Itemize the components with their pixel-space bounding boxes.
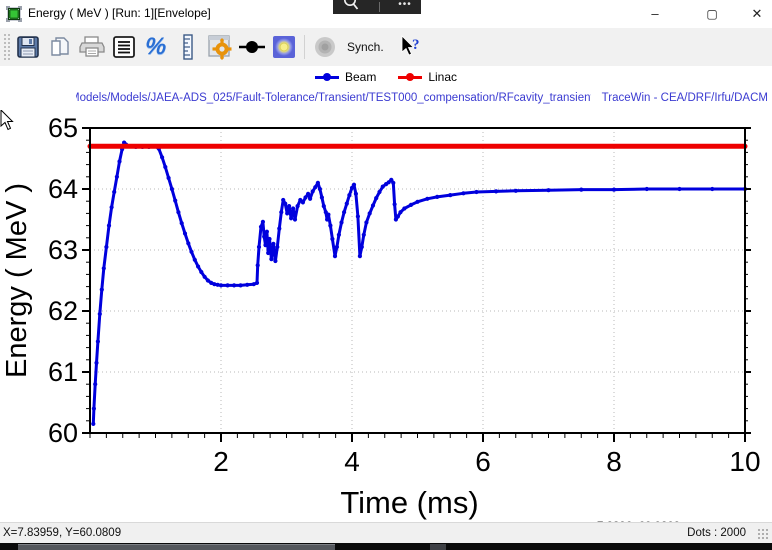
linac-line-swatch xyxy=(398,76,422,79)
svg-text:4: 4 xyxy=(344,446,360,477)
app-credit-label: TraceWin - CEA/DRF/Irfu/DACM xyxy=(602,92,768,104)
overlay-divider xyxy=(379,2,380,12)
svg-text:62: 62 xyxy=(48,296,78,326)
minimize-button[interactable]: – xyxy=(633,0,677,28)
svg-text:Time (ms): Time (ms) xyxy=(340,485,478,520)
svg-text:8: 8 xyxy=(606,446,622,477)
beam-node-icon xyxy=(238,37,266,57)
circle-element-button[interactable] xyxy=(310,32,340,62)
overlay-toolbar: ••• xyxy=(333,0,421,14)
toolbar-separator xyxy=(304,35,305,59)
context-help-button[interactable]: ? xyxy=(395,32,425,62)
close-button[interactable]: ✕ xyxy=(735,0,772,28)
toolbar: % xyxy=(0,28,772,66)
legend-label-beam: Beam xyxy=(345,70,376,84)
statusbar: X=7.83959, Y=60.0809 Dots : 2000 xyxy=(0,522,772,543)
maximize-button[interactable]: ▢ xyxy=(690,0,734,28)
svg-text:65: 65 xyxy=(48,113,78,143)
copy-icon xyxy=(48,35,72,59)
project-file-path: Models/Models/JAEA-ADS_025/Fault-Toleran… xyxy=(76,92,591,104)
document-list-button[interactable] xyxy=(109,32,139,62)
status-cursor-position: X=7.83959, Y=60.0809 xyxy=(3,527,121,539)
search-icon[interactable] xyxy=(342,0,360,14)
glow-element-button[interactable] xyxy=(269,32,299,62)
document-list-icon xyxy=(112,35,136,59)
legend-item-beam: Beam xyxy=(315,70,376,84)
ruler-icon xyxy=(180,34,196,60)
mouse-cursor-icon xyxy=(0,110,14,131)
percent-icon: % xyxy=(144,33,167,61)
legend-label-linac: Linac xyxy=(428,70,457,84)
ruler-button[interactable] xyxy=(173,32,203,62)
print-icon xyxy=(79,35,105,59)
svg-text:10: 10 xyxy=(729,446,760,477)
svg-text:61: 61 xyxy=(48,357,78,387)
circle-element-icon xyxy=(313,35,337,59)
chart-legend: Beam Linac xyxy=(0,66,772,88)
toolbar-drag-handle[interactable] xyxy=(2,32,12,62)
glow-element-icon xyxy=(272,35,296,59)
window-title: Energy ( MeV ) [Run: 1][Envelope] xyxy=(28,6,211,20)
status-dots-count: Dots : 2000 xyxy=(687,527,746,539)
more-options-icon[interactable]: ••• xyxy=(398,2,412,8)
beam-node-button[interactable] xyxy=(237,32,267,62)
gear-icon xyxy=(207,34,233,60)
svg-text:2: 2 xyxy=(213,446,229,477)
print-button[interactable] xyxy=(77,32,107,62)
chart-canvas[interactable]: 60 61 62 63 64 65 2 4 6 8 10 Time (ms) Energy ( MeV … xyxy=(0,110,772,522)
svg-text:Energy ( MeV ): Energy ( MeV ) xyxy=(1,183,33,378)
svg-text:60: 60 xyxy=(48,418,78,448)
taskbar-segment xyxy=(18,544,335,550)
header-line: Models/Models/JAEA-ADS_025/Fault-Toleran… xyxy=(0,90,772,108)
chart[interactable]: 60 61 62 63 64 65 2 4 6 8 10 Time (ms) Energy ( MeV … xyxy=(0,110,772,522)
beam-line-swatch xyxy=(315,76,339,79)
svg-text:63: 63 xyxy=(48,235,78,265)
chart-settings-button[interactable] xyxy=(205,32,235,62)
synch-label: Synch. xyxy=(347,40,384,54)
window-resize-grip[interactable] xyxy=(757,528,770,541)
svg-text:6: 6 xyxy=(475,446,491,477)
save-icon xyxy=(16,35,40,59)
help-cursor-icon: ? xyxy=(398,35,422,59)
taskbar-segment xyxy=(430,544,446,550)
app-icon xyxy=(6,6,22,22)
save-button[interactable] xyxy=(13,32,43,62)
percent-button[interactable]: % xyxy=(141,32,171,62)
svg-text:?: ? xyxy=(412,37,420,53)
legend-item-linac: Linac xyxy=(398,70,457,84)
taskbar-sliver xyxy=(0,543,772,550)
svg-text:64: 64 xyxy=(48,174,78,204)
copy-button[interactable] xyxy=(45,32,75,62)
